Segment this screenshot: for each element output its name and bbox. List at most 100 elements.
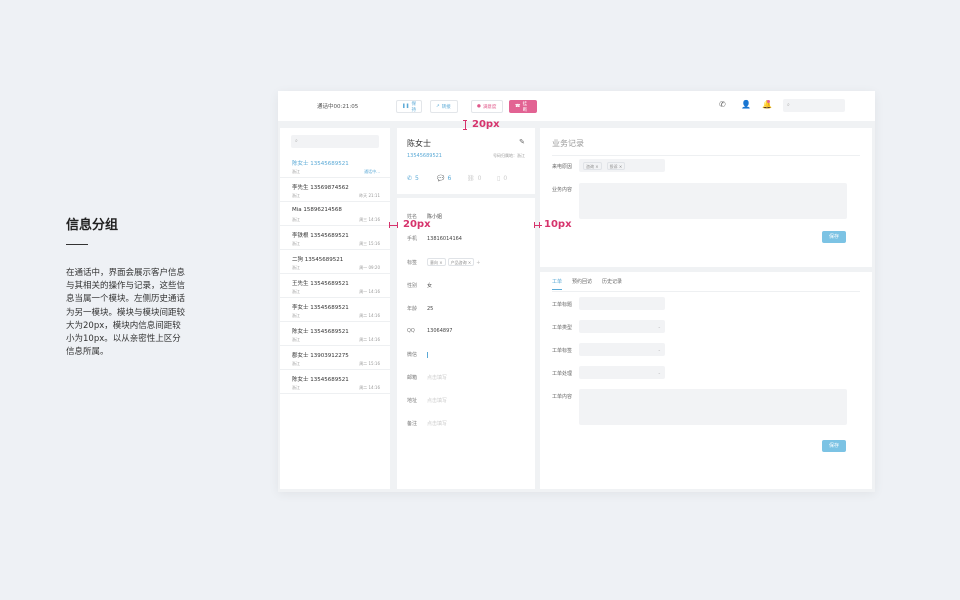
survey-label: 满意度 bbox=[482, 104, 497, 110]
field-placeholder[interactable]: 点击填写 bbox=[427, 420, 447, 427]
pause-icon: ❚❚ bbox=[402, 104, 410, 109]
history-item[interactable]: 郡女士 13903912275 浙江 周二 15:16 bbox=[280, 346, 390, 370]
tab-history[interactable]: 历史记录 bbox=[602, 278, 622, 290]
stat-calls[interactable]: ✆ 5 bbox=[407, 175, 437, 182]
content-label: 业务内容 bbox=[552, 187, 573, 193]
history-location: 浙江 bbox=[292, 289, 300, 294]
history-item[interactable]: 陈女士 13545689521 浙江 周二 14:16 bbox=[280, 322, 390, 346]
ticket-title-input[interactable] bbox=[579, 297, 665, 310]
history-time: 周一 14:16 bbox=[359, 289, 380, 294]
phone-icon[interactable]: ✆ bbox=[719, 100, 726, 109]
field-placeholder[interactable]: 点击填写 bbox=[427, 397, 447, 404]
history-search-input[interactable]: ⌕ bbox=[291, 135, 379, 148]
business-record-panel: 业务记录 来电原因 咨询 × 投诉 × 业务内容 保存 bbox=[540, 128, 872, 267]
field-placeholder[interactable]: 点击填写 bbox=[427, 374, 447, 381]
field-label: 手机 bbox=[407, 236, 418, 242]
stat-value: 6 bbox=[447, 175, 452, 182]
star-icon: ● bbox=[477, 104, 481, 109]
history-name: 李铁根 13545689521 bbox=[292, 233, 349, 239]
ticket-content-textarea[interactable] bbox=[579, 389, 847, 425]
divider bbox=[552, 155, 860, 156]
history-item[interactable]: 李女士 13545689521 浙江 周二 14:16 bbox=[280, 298, 390, 322]
user-icon[interactable]: 👤 bbox=[741, 100, 751, 109]
history-time: 周一 09:20 bbox=[359, 265, 380, 270]
field-label: 年龄 bbox=[407, 306, 418, 312]
history-item[interactable]: 陈女士 13545689521 浙江 周二 14:16 bbox=[280, 370, 390, 394]
field-value[interactable]: 13064897 bbox=[427, 328, 452, 334]
survey-button[interactable]: ● 满意度 bbox=[471, 100, 503, 113]
tag[interactable]: 咨询 × bbox=[583, 161, 602, 170]
history-item[interactable]: 李先生 13569874562 浙江 昨天 21:11 bbox=[280, 178, 390, 202]
ticket-save-button[interactable]: 保存 bbox=[822, 440, 846, 452]
history-item[interactable]: Mia 15896214568 浙江 周三 14:16 bbox=[280, 202, 390, 226]
business-title: 业务记录 bbox=[552, 139, 584, 148]
hold-button[interactable]: ❚❚ 保持 bbox=[396, 100, 422, 113]
history-location: 浙江 bbox=[292, 361, 300, 366]
history-time: 周二 14:16 bbox=[359, 337, 380, 342]
stat-value: 0 bbox=[503, 175, 508, 182]
customer-stats: ✆ 5 💬 6 ⛓ 0 ▯ 0 bbox=[407, 175, 527, 182]
ticket-tag-select[interactable]: ⌄ bbox=[579, 343, 665, 356]
history-name: 李女士 13545689521 bbox=[292, 305, 349, 311]
divider bbox=[552, 291, 860, 292]
history-item[interactable]: 王先生 13545689521 浙江 周一 14:16 bbox=[280, 274, 390, 298]
spacing-marker-horizontal bbox=[389, 222, 398, 228]
ticket-type-select[interactable]: ⌄ bbox=[579, 320, 665, 333]
text-cursor[interactable] bbox=[427, 351, 428, 358]
field-value[interactable]: 女 bbox=[427, 282, 432, 289]
field-label: 邮箱 bbox=[407, 375, 418, 381]
call-history-panel: ⌕ 陈女士 13545689521 浙江 通话中... 李先生 13569874… bbox=[280, 128, 390, 489]
history-time: 昨天 21:11 bbox=[359, 193, 380, 198]
hangup-icon: ☎ bbox=[515, 104, 521, 109]
history-time: 周三 14:16 bbox=[359, 217, 380, 222]
business-content-textarea[interactable] bbox=[579, 183, 847, 219]
ticket-content-label: 工单内容 bbox=[552, 394, 573, 400]
stat-links[interactable]: ⛓ 0 bbox=[467, 175, 497, 182]
file-icon: ▯ bbox=[497, 175, 501, 182]
tab-follow-up[interactable]: 预约回访 bbox=[572, 278, 592, 290]
reason-label: 来电原因 bbox=[552, 164, 573, 170]
field-gender: 性别 女 bbox=[407, 282, 432, 289]
stat-messages[interactable]: 💬 6 bbox=[437, 175, 467, 182]
tag[interactable]: 投诉 × bbox=[606, 161, 626, 170]
ticket-type-label: 工单类型 bbox=[552, 325, 573, 331]
history-item[interactable]: 陈女士 13545689521 浙江 通话中... bbox=[280, 154, 390, 178]
reason-select[interactable]: 咨询 × 投诉 × bbox=[579, 159, 665, 172]
field-label: 备注 bbox=[407, 421, 418, 427]
add-tag-icon[interactable]: + bbox=[476, 260, 480, 266]
ticket-handler-label: 工单处理 bbox=[552, 371, 573, 377]
field-value[interactable]: 13816014164 bbox=[427, 236, 462, 242]
customer-summary-panel: 陈女士 ✎ 13545689521 号码归属地：浙江 ✆ 5 💬 6 ⛓ 0 ▯ 0 bbox=[397, 128, 535, 194]
customer-region: 号码归属地：浙江 bbox=[493, 153, 525, 158]
transfer-button[interactable]: ↗ 转接 bbox=[430, 100, 458, 113]
field-label: 微信 bbox=[407, 352, 418, 358]
business-save-button[interactable]: 保存 bbox=[822, 231, 846, 243]
history-location: 浙江 bbox=[292, 217, 300, 222]
chevron-down-icon: ⌄ bbox=[657, 347, 661, 352]
chat-icon: 💬 bbox=[437, 175, 445, 182]
chevron-down-icon: ⌄ bbox=[657, 324, 661, 329]
history-item[interactable]: 二狗 13545689521 浙江 周一 09:20 bbox=[280, 250, 390, 274]
call-timer: 通话中00:21:05 bbox=[317, 104, 359, 110]
ticket-handler-select[interactable]: ⌄ bbox=[579, 366, 665, 379]
history-location: 浙江 bbox=[292, 265, 300, 270]
hangup-button[interactable]: ☎ 挂断 bbox=[509, 100, 537, 113]
customer-phone: 13545689521 bbox=[407, 153, 442, 159]
spacing-marker-vertical bbox=[463, 120, 467, 130]
edit-icon[interactable]: ✎ bbox=[519, 138, 525, 146]
tag[interactable]: 意向 × bbox=[427, 258, 446, 266]
history-item[interactable]: 李铁根 13545689521 浙江 周三 15:16 bbox=[280, 226, 390, 250]
ticket-panel: 工单 预约回访 历史记录 工单标题 工单类型 ⌄ 工单标签 ⌄ 工单处理 ⌄ 工… bbox=[540, 272, 872, 489]
history-location: 浙江 bbox=[292, 169, 300, 174]
tag[interactable]: 产品咨询 × bbox=[447, 258, 475, 266]
tab-ticket[interactable]: 工单 bbox=[552, 278, 563, 290]
field-notes: 备注 点击填写 bbox=[407, 420, 447, 427]
stat-files[interactable]: ▯ 0 bbox=[497, 175, 527, 182]
top-search-input[interactable]: ⌕ bbox=[783, 99, 845, 112]
history-location: 浙江 bbox=[292, 313, 300, 318]
stat-value: 0 bbox=[477, 175, 482, 182]
history-name: 二狗 13545689521 bbox=[292, 257, 344, 263]
field-value[interactable]: 25 bbox=[427, 306, 433, 312]
history-time: 周二 14:16 bbox=[359, 313, 380, 318]
field-label: QQ bbox=[407, 328, 415, 334]
